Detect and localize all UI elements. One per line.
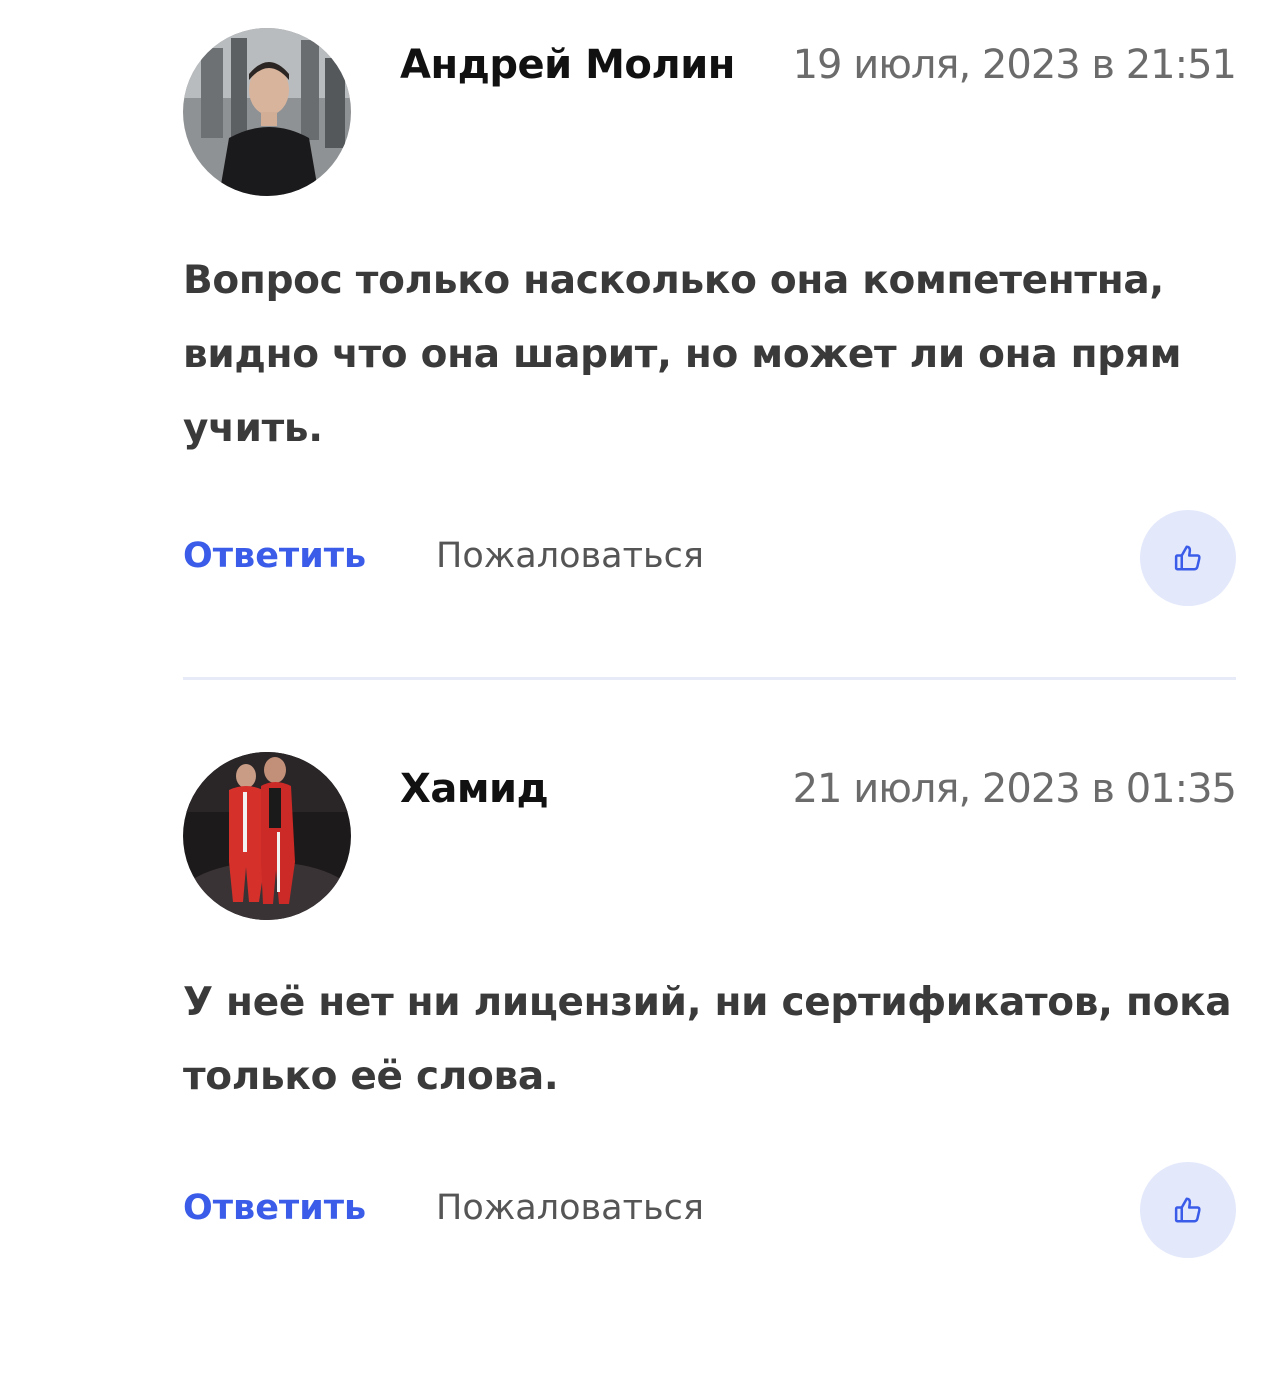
like-button[interactable]	[1140, 510, 1236, 606]
comment-actions: Ответить Пожаловаться	[183, 510, 1236, 606]
comment-date: 21 июля, 2023 в 01:35	[792, 766, 1237, 812]
comment-actions: Ответить Пожаловаться	[183, 1162, 1236, 1258]
avatar[interactable]	[183, 28, 351, 196]
report-button[interactable]: Пожаловаться	[436, 536, 704, 576]
avatar[interactable]	[183, 752, 351, 920]
comment-text: У неё нет ни лицензий, ни сертификатов, …	[183, 980, 1232, 1099]
like-button[interactable]	[1140, 1162, 1236, 1258]
comment-date: 19 июля, 2023 в 21:51	[792, 42, 1237, 88]
comment-author: Хамид	[400, 766, 549, 812]
thumbs-up-icon	[1174, 545, 1201, 571]
comment-text: Вопрос только насколько она компетентна,…	[183, 258, 1182, 451]
comment-divider	[183, 677, 1236, 680]
reply-button[interactable]: Ответить	[183, 1188, 366, 1228]
comment-author: Андрей Молин	[400, 42, 735, 88]
report-button[interactable]: Пожаловаться	[436, 1188, 704, 1228]
thumbs-up-icon	[1174, 1197, 1201, 1223]
reply-button[interactable]: Ответить	[183, 536, 366, 576]
